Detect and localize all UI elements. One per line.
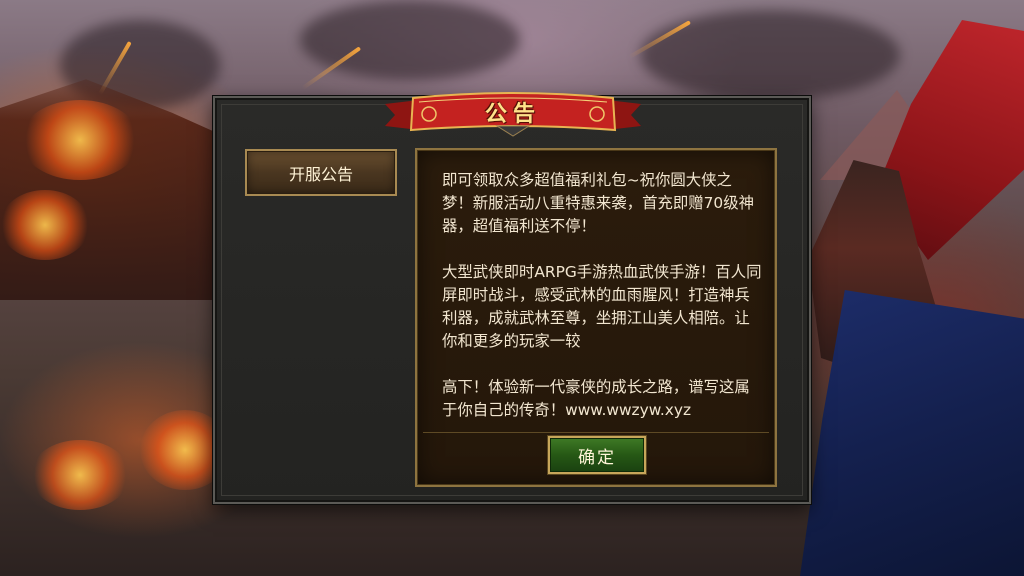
game-screen: 公告 开服公告 ...... 即可领取众多超值福利礼包~祝你圆大侠之梦！新服活动…: [0, 0, 1024, 576]
announcement-paragraph: 即可领取众多超值福利礼包~祝你圆大侠之梦！新服活动八重特惠来袭，首充即赠70级神…: [442, 171, 755, 235]
announcement-paragraph: 大型武侠即时ARPG手游热血武侠手游！百人同屏即时战斗，感受武林的血雨腥风！打造…: [442, 263, 762, 350]
announcement-text: ...... 即可领取众多超值福利礼包~祝你圆大侠之梦！新服活动八重特惠来袭，首…: [442, 150, 762, 428]
tab-label: 开服公告: [288, 164, 353, 184]
announcement-paragraph: 高下！体验新一代豪侠的成长之路，谱写这属于你自己的传奇！www.wwzyw.xy…: [442, 378, 750, 419]
fire-glow: [0, 190, 90, 260]
smoke-plume: [640, 10, 900, 100]
confirm-button[interactable]: 确定: [548, 436, 646, 474]
fire-glow: [20, 100, 140, 180]
fire-glow: [30, 440, 130, 510]
cut-off-line: ......: [442, 150, 472, 159]
panel-divider: [423, 432, 769, 433]
announcement-scroll-area[interactable]: ...... 即可领取众多超值福利礼包~祝你圆大侠之梦！新服活动八重特惠来袭，首…: [417, 150, 775, 428]
announcement-content-panel[interactable]: ...... 即可领取众多超值福利礼包~祝你圆大侠之梦！新服活动八重特惠来袭，首…: [415, 148, 777, 487]
tab-server-announcement[interactable]: 开服公告: [245, 149, 397, 196]
dialog-title: 公告: [484, 101, 541, 127]
title-banner: 公告: [385, 92, 641, 138]
